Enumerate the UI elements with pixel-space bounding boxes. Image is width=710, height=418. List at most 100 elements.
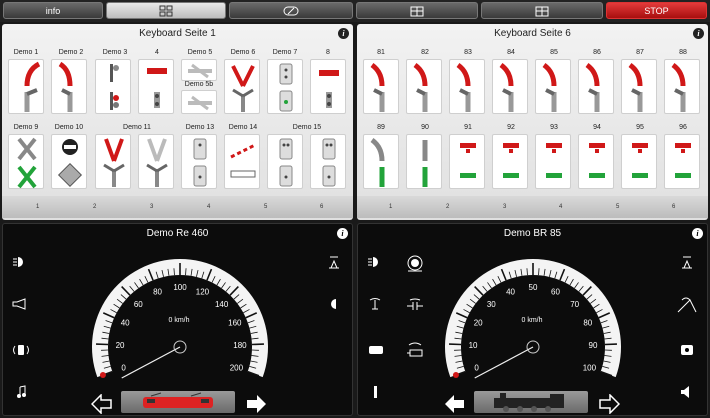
article-tile[interactable] bbox=[267, 134, 303, 189]
speed-readout: 0 km/h bbox=[521, 317, 543, 324]
article-tile[interactable] bbox=[363, 59, 399, 114]
page-number[interactable]: 2 bbox=[446, 204, 449, 210]
article-tile[interactable] bbox=[95, 134, 131, 189]
headlight-icon[interactable] bbox=[11, 254, 29, 270]
gauge-tick-label: 10 bbox=[469, 341, 478, 350]
article-tile[interactable] bbox=[664, 59, 700, 114]
article-tile[interactable] bbox=[492, 59, 528, 114]
pantograph-icon[interactable] bbox=[325, 254, 343, 270]
article-tile[interactable] bbox=[621, 134, 657, 189]
article-tile[interactable] bbox=[8, 59, 44, 114]
page-number[interactable]: 6 bbox=[320, 204, 323, 210]
article-tile[interactable] bbox=[51, 134, 87, 189]
turnout-icon bbox=[542, 62, 557, 112]
rear-light-icon[interactable] bbox=[325, 296, 343, 312]
gauge-needle bbox=[474, 346, 534, 379]
page-number[interactable]: 3 bbox=[150, 204, 153, 210]
uncoupler-icon bbox=[319, 70, 339, 108]
article-tile[interactable] bbox=[535, 134, 571, 189]
sound-icon[interactable] bbox=[11, 342, 31, 358]
gauge-tick-label: 160 bbox=[228, 319, 242, 328]
tab-keyboard[interactable] bbox=[106, 2, 226, 19]
brake-icon[interactable] bbox=[404, 296, 426, 316]
article-tile[interactable] bbox=[95, 59, 131, 114]
turnout-icon bbox=[671, 62, 686, 112]
page-number[interactable]: 1 bbox=[36, 204, 39, 210]
article-tile[interactable] bbox=[224, 59, 260, 114]
article-tile[interactable] bbox=[267, 59, 303, 114]
article-tile[interactable] bbox=[664, 134, 700, 189]
article-label: 93 bbox=[550, 124, 558, 131]
article-tile[interactable] bbox=[578, 59, 614, 114]
article-tile[interactable] bbox=[8, 134, 44, 189]
tab-layout[interactable] bbox=[356, 2, 478, 19]
page-number[interactable]: 4 bbox=[559, 204, 562, 210]
gauge-tick-label: 200 bbox=[230, 364, 244, 373]
article-tile[interactable] bbox=[449, 134, 485, 189]
article-tile[interactable] bbox=[181, 59, 217, 81]
sound-icon[interactable] bbox=[404, 252, 426, 274]
article-tile[interactable] bbox=[578, 134, 614, 189]
gauge-zero-mark bbox=[99, 372, 106, 379]
signal-icon bbox=[589, 143, 605, 178]
article-tile[interactable] bbox=[138, 59, 174, 114]
cab-panel-left: Demo Re 460 i 0 20 40 60 80 100 120 140 160 180 20… bbox=[2, 223, 353, 416]
info-icon[interactable]: i bbox=[693, 28, 704, 39]
article-tile[interactable] bbox=[406, 59, 442, 114]
light-icon[interactable] bbox=[678, 342, 696, 358]
whistle-icon[interactable] bbox=[366, 296, 384, 312]
page-number[interactable]: 4 bbox=[207, 204, 210, 210]
article-tile[interactable] bbox=[449, 59, 485, 114]
turnout-icon bbox=[58, 61, 73, 112]
direction-right-icon[interactable] bbox=[245, 394, 267, 414]
turnout-icon bbox=[585, 62, 600, 112]
headlight-icon[interactable] bbox=[366, 254, 384, 270]
info-icon[interactable]: i bbox=[337, 228, 348, 239]
info-icon[interactable]: i bbox=[338, 28, 349, 39]
article-tile[interactable] bbox=[224, 134, 260, 189]
stop-button[interactable]: STOP bbox=[606, 2, 707, 19]
tab-layout-2[interactable] bbox=[481, 2, 603, 19]
direction-left-icon[interactable] bbox=[91, 394, 113, 414]
article-tile[interactable] bbox=[492, 134, 528, 189]
gauge-tick-label: 70 bbox=[570, 300, 579, 309]
sand-icon[interactable] bbox=[366, 384, 386, 400]
article-label: Demo 7 bbox=[272, 49, 298, 56]
direction-left-icon[interactable] bbox=[444, 394, 466, 414]
page-number[interactable]: 1 bbox=[389, 204, 392, 210]
steam-icon[interactable] bbox=[404, 340, 426, 360]
signal-icon bbox=[57, 139, 83, 188]
article-tile[interactable] bbox=[535, 59, 571, 114]
page-number[interactable]: 3 bbox=[503, 204, 506, 210]
music-icon[interactable] bbox=[11, 384, 31, 400]
page-number[interactable]: 5 bbox=[616, 204, 619, 210]
info-button[interactable]: info bbox=[3, 2, 103, 19]
page-number[interactable]: 5 bbox=[264, 204, 267, 210]
horn-icon[interactable] bbox=[11, 296, 29, 312]
article-tile[interactable] bbox=[51, 59, 87, 114]
info-icon[interactable]: i bbox=[692, 228, 703, 239]
gauge-tick-label: 60 bbox=[551, 287, 560, 296]
loco-name: Demo Re 460 bbox=[146, 228, 209, 239]
pantograph-icon[interactable] bbox=[678, 254, 696, 270]
gauge-tick-label: 20 bbox=[116, 341, 125, 350]
volume-icon[interactable] bbox=[678, 384, 696, 400]
tab-control[interactable] bbox=[229, 2, 353, 19]
article-tile[interactable] bbox=[406, 134, 442, 189]
article-tile[interactable] bbox=[181, 134, 217, 189]
page-number[interactable]: 2 bbox=[93, 204, 96, 210]
coupler-icon[interactable] bbox=[366, 342, 386, 358]
article-tile[interactable] bbox=[310, 134, 346, 189]
direction-right-icon[interactable] bbox=[598, 394, 620, 414]
article-tile[interactable] bbox=[621, 59, 657, 114]
article-tile[interactable] bbox=[310, 59, 346, 114]
gauge-zero-mark bbox=[452, 372, 459, 379]
signal-icon bbox=[110, 64, 119, 110]
article-tile[interactable] bbox=[363, 134, 399, 189]
page-number[interactable]: 6 bbox=[672, 204, 675, 210]
article-label: 90 bbox=[421, 124, 429, 131]
article-tile[interactable] bbox=[181, 90, 217, 114]
turnout-icon bbox=[422, 140, 428, 187]
article-tile[interactable] bbox=[138, 134, 174, 189]
shunting-icon[interactable] bbox=[676, 296, 698, 314]
